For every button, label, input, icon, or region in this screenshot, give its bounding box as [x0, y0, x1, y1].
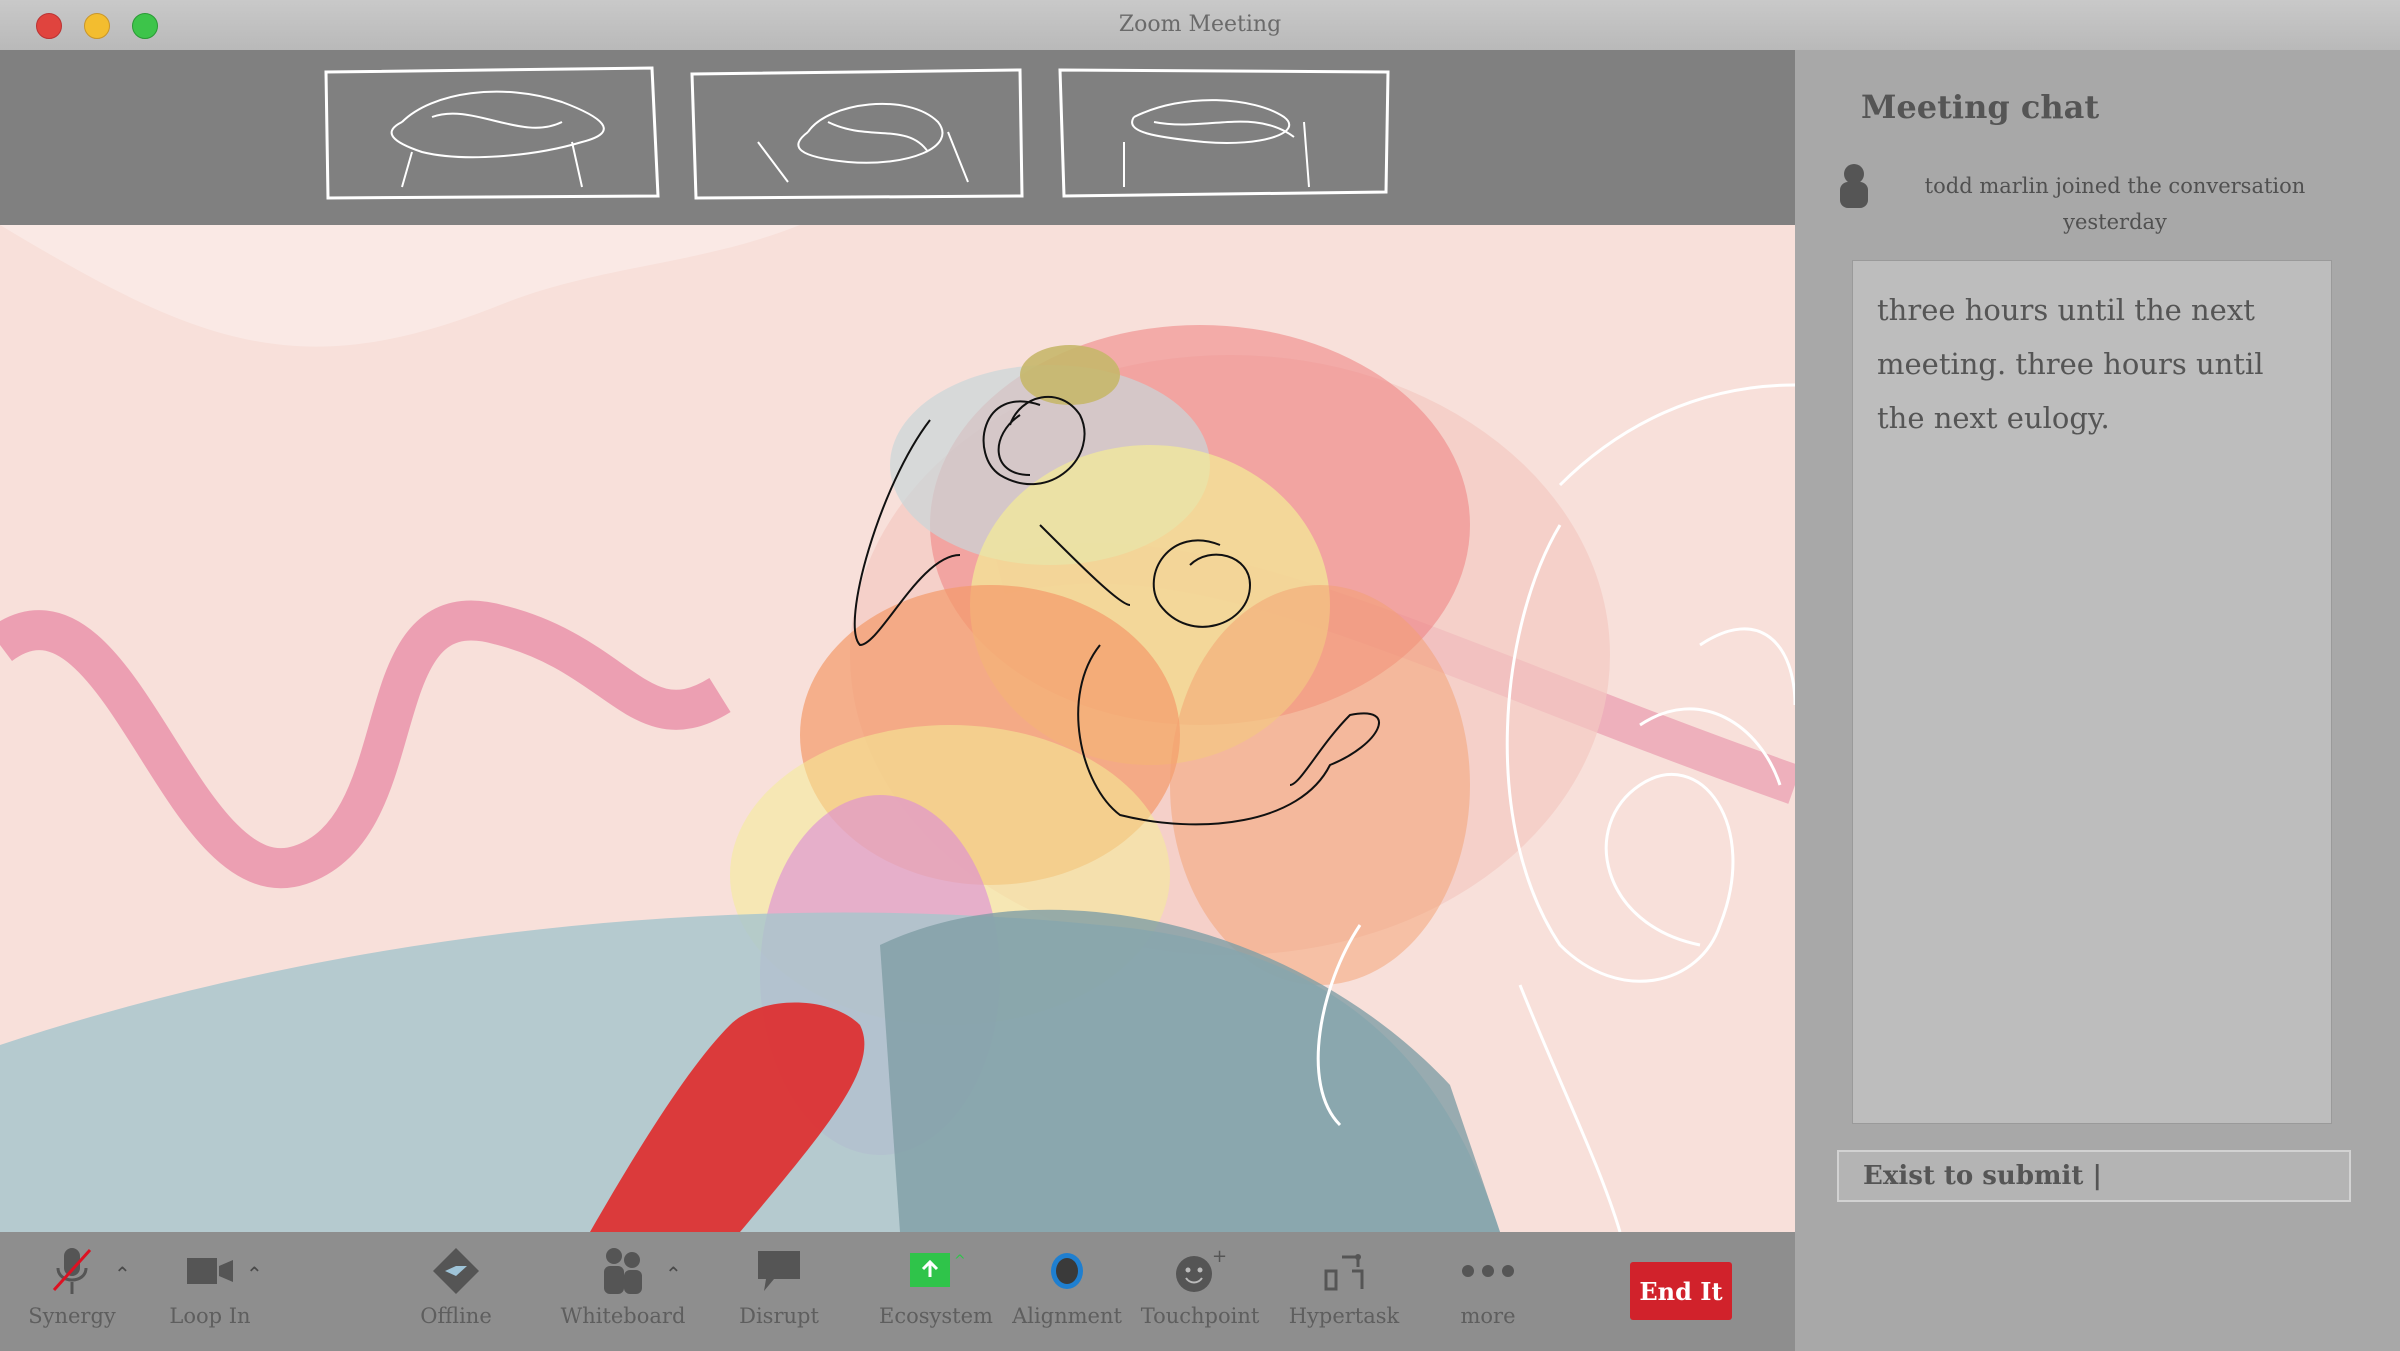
loop-in-button[interactable]: Loop In — [140, 1244, 280, 1328]
chat-message-text: three hours until the next meeting. thre… — [1877, 293, 2264, 435]
title-bar: Zoom Meeting — [0, 0, 2400, 52]
main-video-feed — [0, 225, 1795, 1232]
loop-in-label: Loop In — [169, 1304, 251, 1328]
chat-event-text: todd marlin joined the conversation — [1924, 174, 2306, 198]
more-label: more — [1460, 1304, 1516, 1328]
synergy-label: Synergy — [28, 1304, 116, 1328]
chat-system-event: todd marlin joined the conversation yest… — [1895, 168, 2335, 240]
video-options-caret[interactable]: ⌃ — [246, 1262, 263, 1286]
participant-video-image — [0, 225, 1795, 1232]
chat-input[interactable]: Exist to submit | — [1837, 1150, 2351, 1202]
meeting-chat-panel: Meeting chat todd marlin joined the conv… — [1795, 50, 2400, 1351]
participant-thumbnail[interactable] — [688, 62, 1028, 202]
end-meeting-button[interactable]: End It — [1630, 1262, 1732, 1320]
hypertask-button[interactable]: Hypertask — [1274, 1244, 1414, 1328]
touchpoint-label: Touchpoint — [1140, 1304, 1260, 1328]
disrupt-button[interactable]: Disrupt — [709, 1244, 849, 1328]
ecosystem-button[interactable]: ^ Ecosystem — [866, 1244, 1006, 1328]
alignment-label: Alignment — [1012, 1304, 1122, 1328]
record-icon — [997, 1244, 1137, 1298]
more-dots-icon — [1418, 1244, 1558, 1298]
share-screen-icon: ^ — [866, 1244, 1006, 1298]
avatar-icon — [1837, 162, 1871, 214]
share-diamond-icon — [386, 1244, 526, 1298]
alignment-button[interactable]: Alignment — [997, 1244, 1137, 1328]
offline-button[interactable]: Offline — [386, 1244, 526, 1328]
offline-label: Offline — [420, 1304, 492, 1328]
disrupt-label: Disrupt — [739, 1304, 819, 1328]
whiteboard-button[interactable]: Whiteboard — [553, 1244, 693, 1328]
touchpoint-button[interactable]: + Touchpoint — [1130, 1244, 1270, 1328]
synergy-button[interactable]: Synergy — [2, 1244, 142, 1328]
apps-icon — [1274, 1244, 1414, 1298]
meeting-toolbar: Synergy ⌃ Loop In ⌃ Offline Whiteboard ⌃… — [0, 1232, 1795, 1351]
participant-thumbnail[interactable] — [322, 62, 662, 202]
participant-thumbnail-strip — [0, 50, 1795, 225]
audio-options-caret[interactable]: ⌃ — [114, 1262, 131, 1286]
chat-title: Meeting chat — [1861, 88, 2100, 126]
participants-options-caret[interactable]: ⌃ — [665, 1262, 682, 1286]
ecosystem-label: Ecosystem — [879, 1304, 993, 1328]
chat-bubble-icon — [709, 1244, 849, 1298]
chat-message-box: three hours until the next meeting. thre… — [1852, 260, 2332, 1124]
whiteboard-label: Whiteboard — [560, 1304, 686, 1328]
participant-thumbnail[interactable] — [1054, 62, 1394, 202]
reactions-icon: + — [1130, 1244, 1270, 1298]
more-button[interactable]: more — [1418, 1244, 1558, 1328]
svg-text:^: ^ — [954, 1253, 964, 1269]
chat-event-time: yesterday — [2063, 210, 2167, 234]
svg-text:+: + — [1212, 1246, 1227, 1267]
window-title: Zoom Meeting — [1118, 12, 1282, 37]
hypertask-label: Hypertask — [1288, 1304, 1400, 1328]
